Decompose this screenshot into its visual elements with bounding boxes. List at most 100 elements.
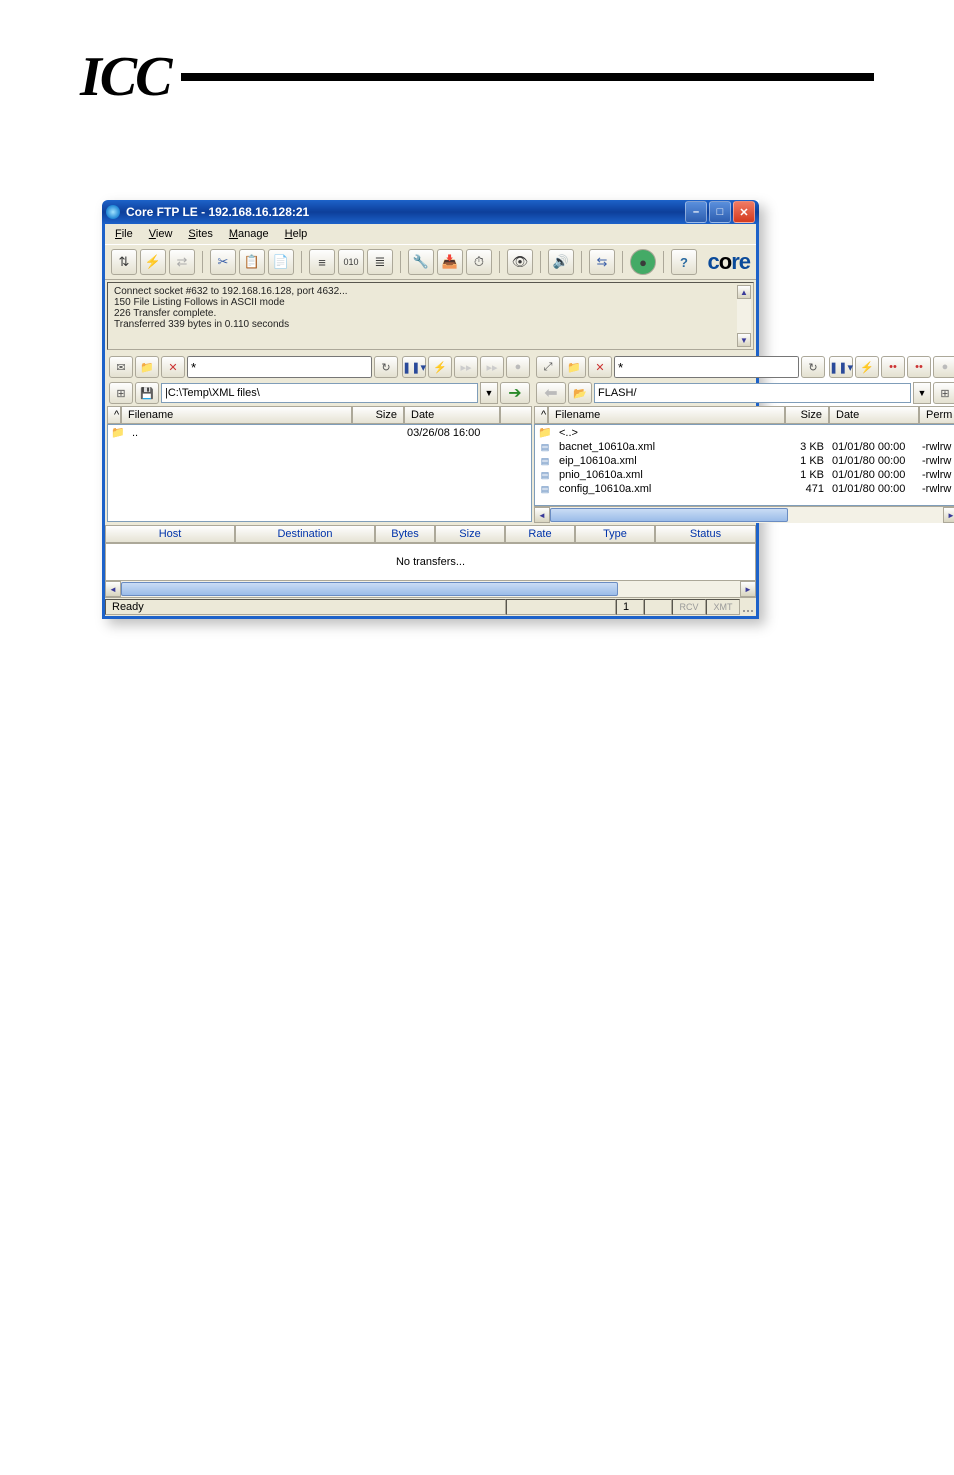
local-record-icon[interactable]: ● (506, 356, 530, 378)
local-refresh-icon[interactable]: ↻ (374, 356, 398, 378)
help-icon[interactable]: ? (671, 249, 697, 275)
filename-cell: <..> (555, 427, 784, 439)
remote-record-icon[interactable]: ● (933, 356, 954, 378)
remote-path-dropdown[interactable]: ▼ (913, 382, 931, 404)
table-row[interactable]: ▤ eip_10610a.xml 1 KB 01/01/80 00:00 -rw… (535, 454, 954, 468)
local-tree-icon[interactable]: ⊞ (109, 382, 133, 404)
local-sort-col[interactable]: ^ (107, 406, 121, 424)
remote-col-perm[interactable]: Perm (919, 406, 954, 424)
remote-tree-icon[interactable]: ⊞ (933, 382, 954, 404)
list-icon[interactable]: ≡ (309, 249, 335, 275)
remote-col-filename[interactable]: Filename (548, 406, 785, 424)
col-bytes[interactable]: Bytes (375, 525, 435, 543)
menu-sites[interactable]: Sites (182, 226, 218, 242)
menubar[interactable]: File View Sites Manage Help (105, 224, 756, 244)
transfer-icon[interactable]: 📥 (437, 249, 463, 275)
detail-icon[interactable]: ≣ (367, 249, 393, 275)
table-row[interactable]: ▤ config_10610a.xml 471 01/01/80 00:00 -… (535, 482, 954, 496)
local-flash-icon[interactable]: ⚡ (428, 356, 452, 378)
remote-filter-input[interactable] (614, 356, 799, 378)
remote-hscroll[interactable]: ◄ ► (534, 506, 954, 523)
close-button[interactable]: ✕ (733, 201, 755, 223)
remote-dot1-icon[interactable]: •• (881, 356, 905, 378)
remote-refresh-icon[interactable]: ↻ (801, 356, 825, 378)
table-row[interactable]: ▤ pnio_10610a.xml 1 KB 01/01/80 00:00 -r… (535, 468, 954, 482)
local-filter-input[interactable] (187, 356, 372, 378)
scroll-right-icon[interactable]: ► (943, 507, 954, 523)
log-scroll-up[interactable]: ▲ (737, 285, 751, 299)
stop-icon[interactable]: ● (630, 249, 656, 275)
remote-newfolder-icon[interactable]: 📁 (562, 356, 586, 378)
transfer-hscroll[interactable]: ◄ ► (105, 581, 756, 597)
col-rate[interactable]: Rate (505, 525, 575, 543)
remote-file-list[interactable]: 📁 <..> ▤ bacnet_10610a.xml 3 KB 01/01/80… (534, 424, 954, 506)
remote-flash-icon[interactable]: ⚡ (855, 356, 879, 378)
table-row[interactable]: 📁 .. 03/26/08 16:00 (108, 425, 531, 440)
sound-icon[interactable]: 🔊 (548, 249, 574, 275)
local-path-dropdown[interactable]: ▼ (480, 382, 498, 404)
local-next-icon[interactable]: ▸▸ (454, 356, 478, 378)
sync-icon[interactable]: ⇆ (589, 249, 615, 275)
minimize-button[interactable]: – (685, 201, 707, 223)
local-col-filename[interactable]: Filename (121, 406, 352, 424)
col-host[interactable]: Host (105, 525, 235, 543)
remote-up-icon[interactable]: 📂 (568, 382, 592, 404)
table-row[interactable]: ▤ bacnet_10610a.xml 3 KB 01/01/80 00:00 … (535, 440, 954, 454)
view-icon[interactable]: 👁 (507, 249, 533, 275)
remote-col-size[interactable]: Size (785, 406, 829, 424)
scroll-left-icon[interactable]: ◄ (105, 581, 121, 597)
scroll-left-icon[interactable]: ◄ (534, 507, 550, 523)
scroll-thumb[interactable] (121, 582, 618, 596)
remote-pause-icon[interactable]: ❚❚▾ (829, 356, 853, 378)
remote-path-input[interactable] (594, 383, 911, 403)
table-row[interactable]: 📁 <..> (535, 425, 954, 440)
paste-icon[interactable]: 📄 (268, 249, 294, 275)
local-col-extra[interactable] (500, 406, 532, 424)
col-status[interactable]: Status (655, 525, 756, 543)
col-type[interactable]: Type (575, 525, 655, 543)
log-scroll-down[interactable]: ▼ (737, 333, 751, 347)
transfer-empty-text: No transfers... (396, 556, 465, 568)
quick-connect-icon[interactable]: ⚡ (140, 249, 166, 275)
local-col-date[interactable]: Date (404, 406, 500, 424)
remote-expand-icon[interactable]: ⤢ (536, 356, 560, 378)
cut-icon[interactable]: ✂ (210, 249, 236, 275)
filename-cell: pnio_10610a.xml (555, 469, 784, 481)
local-path-input[interactable] (161, 383, 478, 403)
col-size[interactable]: Size (435, 525, 505, 543)
connect-icon[interactable]: ⇅ (111, 249, 137, 275)
remote-sort-col[interactable]: ^ (534, 406, 548, 424)
titlebar[interactable]: Core FTP LE - 192.168.16.128:21 – □ ✕ (102, 200, 759, 224)
menu-manage[interactable]: Manage (223, 226, 275, 242)
menu-file[interactable]: File (109, 226, 139, 242)
menu-help[interactable]: Help (279, 226, 314, 242)
scroll-right-icon[interactable]: ► (740, 581, 756, 597)
local-file-list[interactable]: 📁 .. 03/26/08 16:00 (107, 424, 532, 522)
tools-icon[interactable]: 🔧 (408, 249, 434, 275)
transfer-body: No transfers... (105, 543, 756, 581)
local-col-size[interactable]: Size (352, 406, 404, 424)
log-scroll-track[interactable] (737, 299, 751, 333)
disconnect-icon[interactable]: ⇄ (169, 249, 195, 275)
local-newfolder-icon[interactable]: 📁 (135, 356, 159, 378)
resize-grip[interactable] (740, 599, 756, 615)
scroll-thumb[interactable] (550, 508, 788, 522)
maximize-button[interactable]: □ (709, 201, 731, 223)
col-destination[interactable]: Destination (235, 525, 375, 543)
local-drive-icon[interactable]: 💾 (135, 382, 159, 404)
local-pause-icon[interactable]: ❚❚▾ (402, 356, 426, 378)
menu-view[interactable]: View (143, 226, 179, 242)
binary-icon[interactable]: 010 (338, 249, 364, 275)
filename-cell: bacnet_10610a.xml (555, 441, 784, 453)
local-last-icon[interactable]: ▸▸ (480, 356, 504, 378)
local-delete-icon[interactable]: ✕ (161, 356, 185, 378)
remote-back-button[interactable]: ⬅ (536, 382, 566, 404)
core-logo: core (707, 249, 750, 275)
remote-col-date[interactable]: Date (829, 406, 919, 424)
copy-icon[interactable]: 📋 (239, 249, 265, 275)
schedule-icon[interactable]: ⏱ (466, 249, 492, 275)
remote-delete-icon[interactable]: ✕ (588, 356, 612, 378)
remote-dot2-icon[interactable]: •• (907, 356, 931, 378)
local-go-button[interactable]: ➔ (500, 382, 530, 404)
local-mail-icon[interactable]: ✉ (109, 356, 133, 378)
